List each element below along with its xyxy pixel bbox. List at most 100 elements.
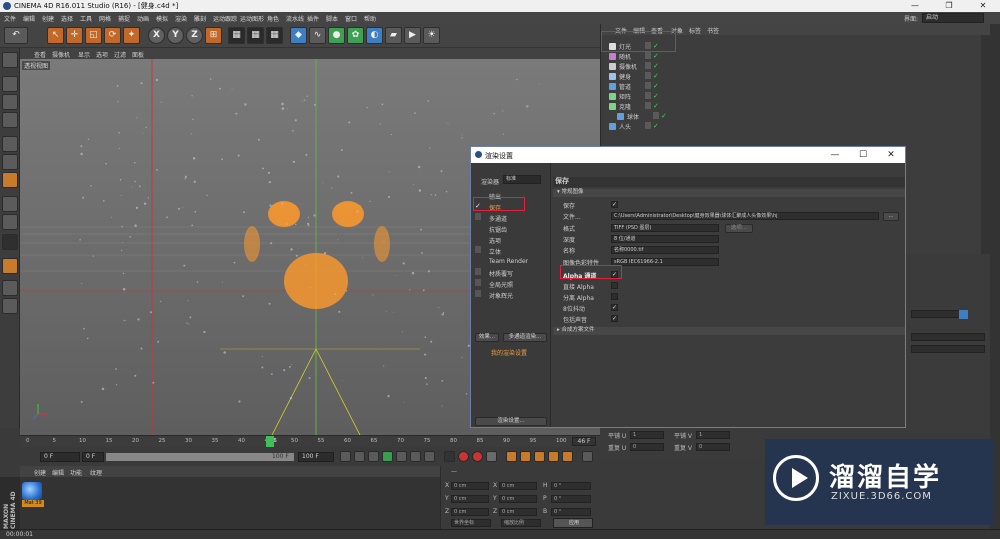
straight-alpha-checkbox[interactable] xyxy=(611,282,618,289)
menu-select[interactable]: 选择 xyxy=(61,14,73,23)
axis-mode-icon[interactable] xyxy=(2,196,18,212)
name-select[interactable]: 名称0000.tif xyxy=(611,246,719,254)
enabled-check-icon[interactable]: ✓ xyxy=(661,112,667,120)
recent-tool-icon[interactable]: ✦ xyxy=(123,27,140,44)
rs-item-multipass[interactable]: 多通道 xyxy=(475,213,549,223)
timeline-current-frame-marker[interactable] xyxy=(266,436,274,447)
object-row-random[interactable]: 随机 ✓ xyxy=(605,51,985,61)
grid-icon[interactable] xyxy=(2,298,18,314)
solo-icon[interactable] xyxy=(2,234,18,250)
menu-file[interactable]: 文件 xyxy=(4,14,16,23)
make-editable-icon[interactable] xyxy=(2,52,18,68)
enabled-check-icon[interactable]: ✓ xyxy=(653,82,659,90)
format-select[interactable]: TIFF (PSD 图层) xyxy=(611,224,719,232)
array-icon[interactable]: ✿ xyxy=(347,27,364,44)
pos-x-field[interactable]: 0 cm xyxy=(451,482,489,490)
menu-character[interactable]: 角色 xyxy=(267,14,279,23)
vp-menu-view[interactable]: 查看 xyxy=(34,50,46,59)
scale-tool-icon[interactable]: ◱ xyxy=(85,27,102,44)
render-settings-button[interactable]: 渲染设置... xyxy=(475,417,547,426)
object-manager-scrollbar[interactable] xyxy=(981,35,990,254)
cube-icon[interactable]: ◆ xyxy=(290,27,307,44)
save-checkbox[interactable]: ✓ xyxy=(611,201,618,208)
x-axis-icon[interactable]: X xyxy=(148,27,165,44)
rs-item-stereo[interactable]: 立体 xyxy=(475,246,549,256)
mat-menu-function[interactable]: 功能 xyxy=(70,468,82,477)
obj-menu-tags[interactable]: 标签 xyxy=(689,26,701,35)
prev-key-icon[interactable] xyxy=(354,451,365,462)
section-regular-image[interactable]: ▾ 常规图像 xyxy=(553,189,905,197)
texture-mode-icon[interactable] xyxy=(2,94,18,110)
separate-alpha-checkbox[interactable] xyxy=(611,293,618,300)
record-key-icon[interactable] xyxy=(458,451,469,462)
color-profile-select[interactable]: sRGB IEC61966-2.1 xyxy=(611,258,719,266)
tile-v-field[interactable]: 1 xyxy=(696,431,730,439)
file-browse-button[interactable]: ... xyxy=(883,212,899,221)
repeat-u-field[interactable]: 0 xyxy=(630,443,664,451)
deformer-icon[interactable]: ◐ xyxy=(366,27,383,44)
menu-sculpt[interactable]: 雕刻 xyxy=(194,14,206,23)
enabled-check-icon[interactable]: ✓ xyxy=(653,92,659,100)
apply-button[interactable]: 应用 xyxy=(553,518,593,528)
repeat-v-field[interactable]: 0 xyxy=(696,443,730,451)
attr-select-1[interactable] xyxy=(911,333,985,341)
object-row-tube[interactable]: 管道 ✓ xyxy=(605,81,985,91)
menu-pipeline[interactable]: 流水线 xyxy=(286,14,304,23)
override-check-icon[interactable] xyxy=(475,268,481,275)
section-composite-file[interactable]: ▸ 合成方案文件 xyxy=(553,327,905,335)
loop-icon[interactable] xyxy=(424,451,435,462)
menu-simulate[interactable]: 模拟 xyxy=(156,14,168,23)
scene-icon[interactable]: ▰ xyxy=(385,27,402,44)
pos-key-icon[interactable] xyxy=(506,451,517,462)
render-picture-viewer-icon[interactable]: ▦ xyxy=(247,27,264,44)
menu-motion-tracking[interactable]: 运动跟踪 xyxy=(213,14,237,23)
light-icon[interactable]: ☀ xyxy=(423,27,440,44)
size-z-field[interactable]: 0 cm xyxy=(499,508,537,516)
stereo-check-icon[interactable] xyxy=(475,246,481,253)
file-path-field[interactable]: C:\Users\Administrator\Desktop\健身效果器\球体汇… xyxy=(611,212,879,220)
scale-key-icon[interactable] xyxy=(520,451,531,462)
close-button[interactable]: ✕ xyxy=(966,0,1000,12)
polygons-mode-icon[interactable] xyxy=(2,172,18,188)
maximize-button[interactable]: ❐ xyxy=(932,0,966,12)
effect-button[interactable]: 效果... xyxy=(475,333,499,342)
dialog-maximize-button[interactable]: ☐ xyxy=(849,147,877,163)
enabled-check-icon[interactable]: ✓ xyxy=(653,62,659,70)
menu-edit[interactable]: 编辑 xyxy=(23,14,35,23)
menu-snap[interactable]: 捕捉 xyxy=(118,14,130,23)
rot-p-field[interactable]: 0 ° xyxy=(551,495,591,503)
dithering-checkbox[interactable]: ✓ xyxy=(611,304,618,311)
size-x-field[interactable]: 0 cm xyxy=(499,482,537,490)
object-row-head[interactable]: 人头 ✓ xyxy=(605,121,985,131)
next-key-icon[interactable] xyxy=(396,451,407,462)
spline-pen-icon[interactable]: ∿ xyxy=(309,27,326,44)
include-sound-checkbox[interactable]: ✓ xyxy=(611,315,618,322)
param-key-icon[interactable] xyxy=(548,451,559,462)
frame-start-field[interactable]: 0 F xyxy=(40,452,80,462)
rot-h-field[interactable]: 0 ° xyxy=(551,482,591,490)
object-row-body[interactable]: 健身 ✓ xyxy=(605,71,985,81)
material-swatch[interactable]: Mat 39 xyxy=(22,482,44,507)
vp-menu-options[interactable]: 选项 xyxy=(96,50,108,59)
undo-icon[interactable]: ↶ xyxy=(4,27,28,44)
dialog-close-button[interactable]: ✕ xyxy=(877,147,905,163)
glow-check-icon[interactable] xyxy=(475,290,481,297)
vp-menu-camera[interactable]: 摄像机 xyxy=(52,50,70,59)
rot-b-field[interactable]: 0 ° xyxy=(551,508,591,516)
mat-menu-edit[interactable]: 编辑 xyxy=(52,468,64,477)
object-row-camera[interactable]: 摄像机 ✓ xyxy=(605,61,985,71)
rs-item-options[interactable]: 选项 xyxy=(475,235,549,245)
menu-mograph[interactable]: 运动图形 xyxy=(240,14,264,23)
object-row-matrix[interactable]: 矩阵 ✓ xyxy=(605,91,985,101)
rs-item-material-override[interactable]: 材质覆写 xyxy=(475,268,549,278)
pla-key-icon[interactable] xyxy=(562,451,573,462)
camera-icon[interactable]: ▶ xyxy=(404,27,421,44)
workplane-icon[interactable] xyxy=(2,112,18,128)
lock-workplane-icon[interactable] xyxy=(2,280,18,296)
minimize-button[interactable]: — xyxy=(898,0,932,12)
render-view-icon[interactable]: ▦ xyxy=(228,27,245,44)
render-settings-icon[interactable]: ▦ xyxy=(266,27,283,44)
depth-select[interactable]: 8 位/通道 xyxy=(611,235,719,243)
y-axis-icon[interactable]: Y xyxy=(167,27,184,44)
rot-key-icon[interactable] xyxy=(534,451,545,462)
